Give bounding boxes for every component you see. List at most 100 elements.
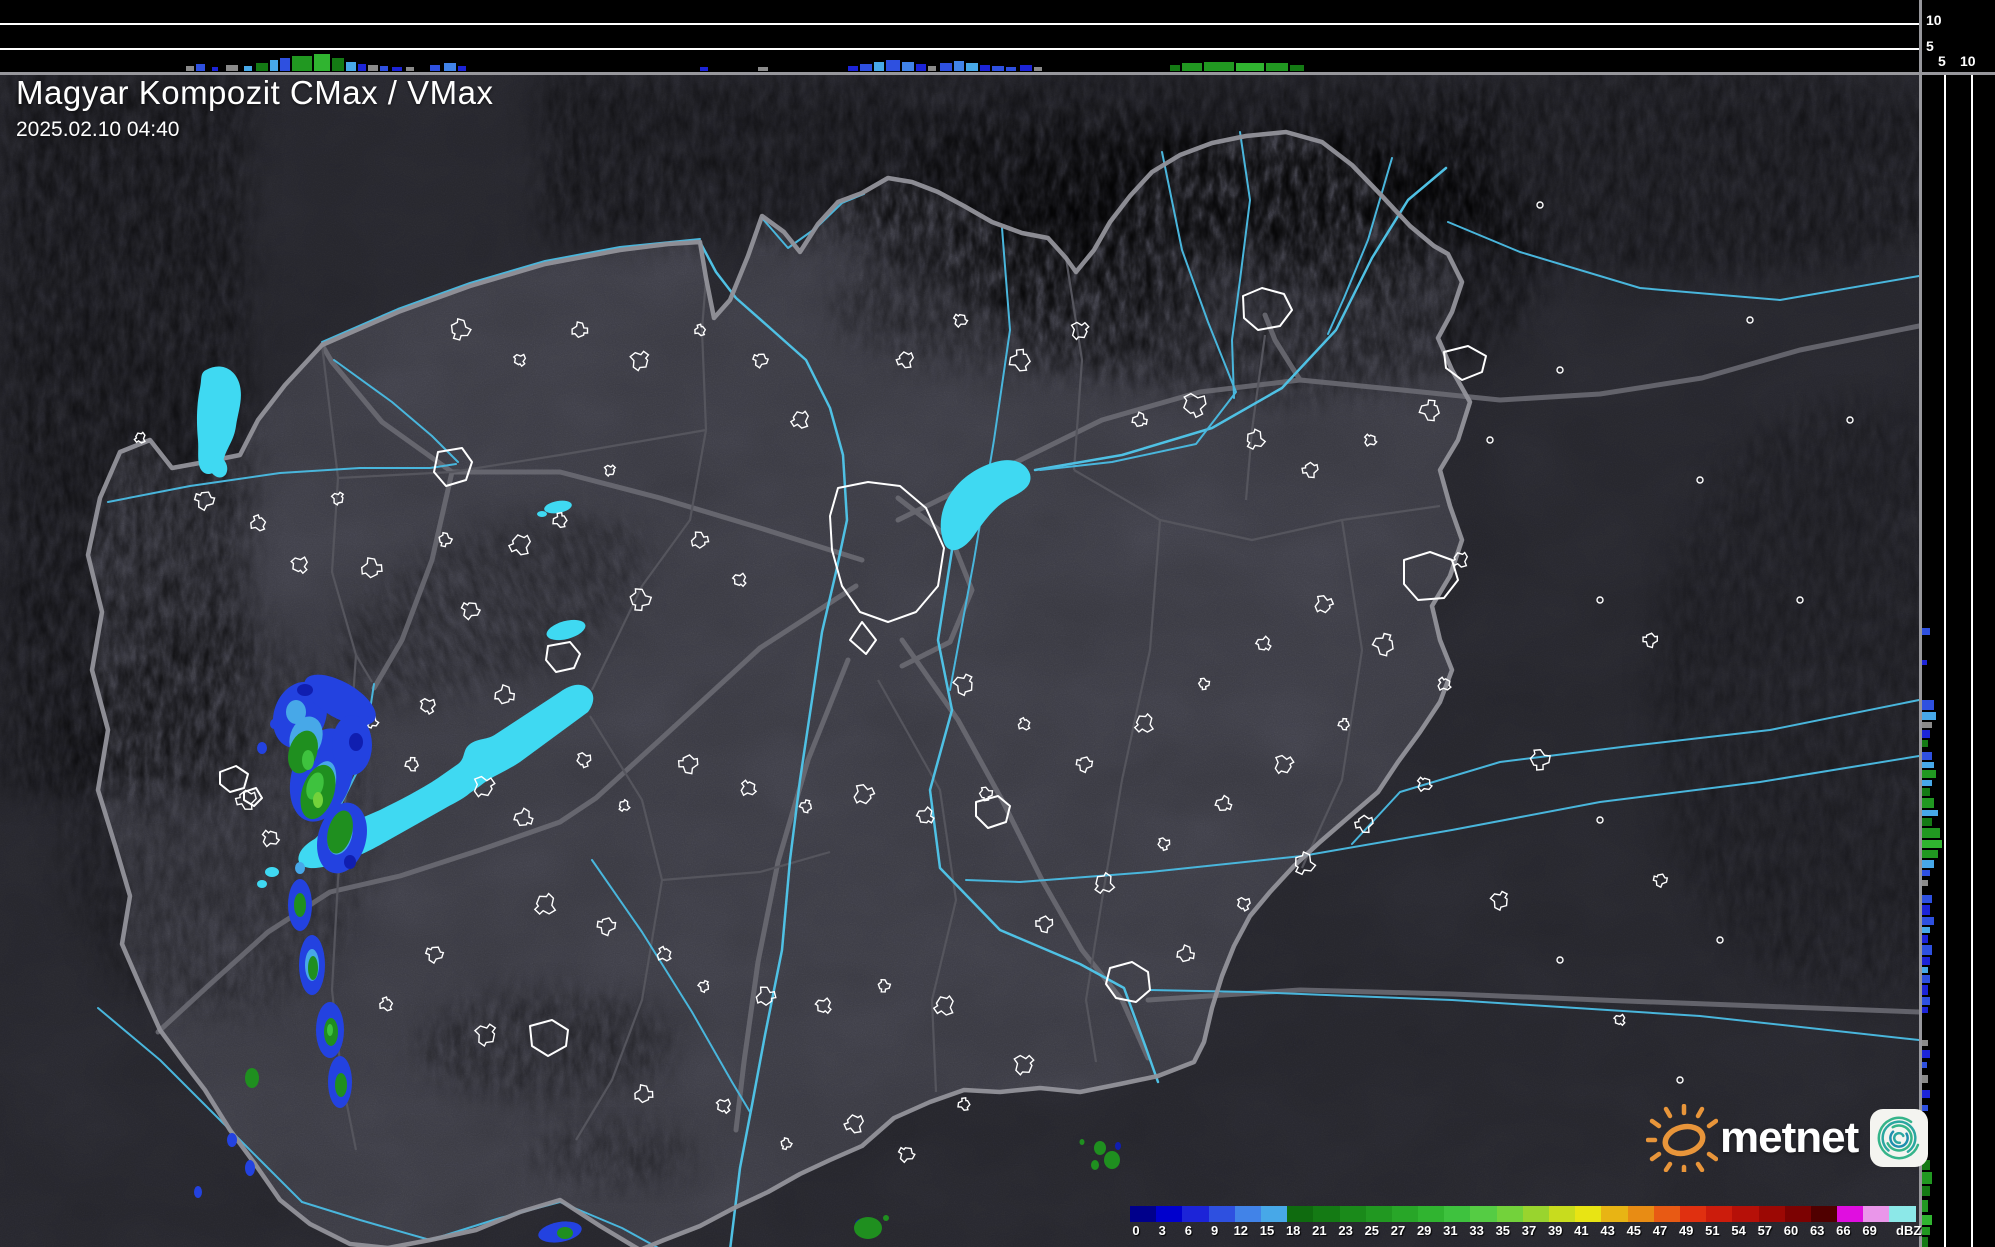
scale-tick-label: 6 [1184,1223,1193,1238]
scale-cell [1496,1206,1523,1222]
right-profile-echo [1922,828,1940,838]
scale-tick-label: 12 [1233,1223,1249,1238]
profile-axes-corner [1919,0,1995,72]
top-profile-echo [700,67,708,71]
scale-tick-label: 63 [1809,1223,1825,1238]
top-profile-echo [458,66,466,71]
dbz-color-scale: dBZ 0 3 6 9 12 15 18 21 23 25 27 29 31 33 35 37 39 41 43 45… [1130,1206,1921,1240]
right-profile-echo [1922,770,1936,778]
top-profile-echo [758,67,768,71]
scale-tick-label: 33 [1469,1223,1484,1238]
top-profile-echo [406,67,414,71]
top-profile-echo [368,65,378,71]
right-profile-echo [1922,780,1932,786]
right-profile-echo [1922,927,1930,933]
right-profile-echo [1922,1186,1930,1196]
right-profile-echo [1922,740,1928,747]
right-profile-echo [1922,1227,1930,1235]
scale-tick-label: 66 [1836,1223,1851,1238]
right-profile-echo [1922,850,1938,858]
scale-cell [1339,1206,1366,1222]
right-strip-gridline-5km [1944,73,1946,1247]
top-profile-echo [1020,65,1032,71]
top-profile-echo [244,66,252,71]
top-profile-echo [358,64,366,71]
scale-cell [1156,1206,1183,1222]
top-strip-echoes [0,0,1919,72]
scale-cell [1391,1206,1419,1222]
timestamp: 2025.02.10 04:40 [16,118,180,141]
scale-tick-label: 41 [1574,1223,1589,1238]
top-profile-echo [954,61,964,71]
scale-cell [1837,1206,1864,1222]
scale-tick-label: 29 [1416,1223,1432,1238]
header: Magyar Kompozit CMax / VMax 2025.02.10 0… [16,74,493,142]
scale-cell [1679,1206,1707,1222]
sun-icon [1646,1104,1718,1172]
top-profile-echo [1034,67,1042,71]
top-profile-echo [314,54,330,71]
top-profile-echo [212,67,218,71]
scale-cell [1182,1206,1209,1222]
right-profile-echo [1922,1040,1928,1046]
right-profile-echo [1922,798,1934,808]
scale-tick-label: 39 [1547,1223,1563,1238]
top-profile-echo [916,64,926,71]
top-profile-echo [902,62,914,71]
scale-cell [1365,1206,1392,1222]
top-profile-echo [980,65,990,71]
right-profile-echo [1922,788,1930,796]
top-profile-echo [196,64,205,71]
right-profile-echo [1922,712,1936,720]
scale-tick-label: 37 [1521,1223,1537,1238]
top-profile-echo [1006,67,1016,71]
scale-cell [1287,1206,1314,1222]
top-profile-echo [1182,63,1202,71]
right-profile-echo [1922,818,1932,826]
right-profile-echo [1922,840,1942,848]
top-profile-echo [1266,63,1288,71]
right-strip-divider [1919,0,1922,1247]
right-profile-echo [1922,957,1930,965]
top-profile-echo [186,66,194,71]
right-profile-echo [1922,997,1930,1005]
top-profile-echo [874,62,884,71]
right-profile-echo [1922,905,1930,915]
scale-cell [1758,1206,1785,1222]
top-profile-echo [1290,65,1304,71]
scale-cell [1627,1206,1654,1222]
right-profile-echo [1922,628,1930,635]
top-strip-gridline-10km [0,23,1919,25]
scale-tick-label: 27 [1390,1223,1406,1238]
right-profile-echo [1922,1172,1932,1184]
top-axis-label-10: 10 [1926,12,1942,28]
right-profile-echo [1922,917,1934,925]
right-profile-echo [1922,700,1934,710]
top-profile-echo [430,65,440,71]
right-profile-echo [1922,870,1930,876]
right-profile-echo [1922,810,1938,816]
scale-tick-label: 45 [1626,1223,1642,1238]
right-strip-gridline-10km [1971,73,1973,1247]
right-profile-echo [1922,967,1928,973]
right-profile-echo [1922,1090,1930,1098]
scale-cell [1208,1206,1235,1222]
right-profile-echo [1922,1215,1932,1225]
right-profile-echo [1922,1007,1928,1013]
scale-cell [1889,1206,1916,1222]
right-profile-echo [1922,860,1934,868]
metnet-app-icon [1870,1109,1929,1167]
right-profile-echo [1922,935,1928,943]
scale-cell [1810,1206,1838,1222]
scale-cell [1470,1206,1497,1222]
scale-tick-label: 3 [1158,1223,1166,1238]
right-profile-echo [1922,895,1932,903]
top-profile-echo [928,66,936,71]
scale-cell [1260,1206,1288,1222]
scale-cell [1863,1206,1890,1222]
scale-tick-label: 23 [1338,1223,1353,1238]
top-profile-echo [346,62,356,71]
top-profile-echo [966,63,978,71]
right-profile-echo [1922,945,1932,955]
scale-cell [1784,1206,1811,1222]
